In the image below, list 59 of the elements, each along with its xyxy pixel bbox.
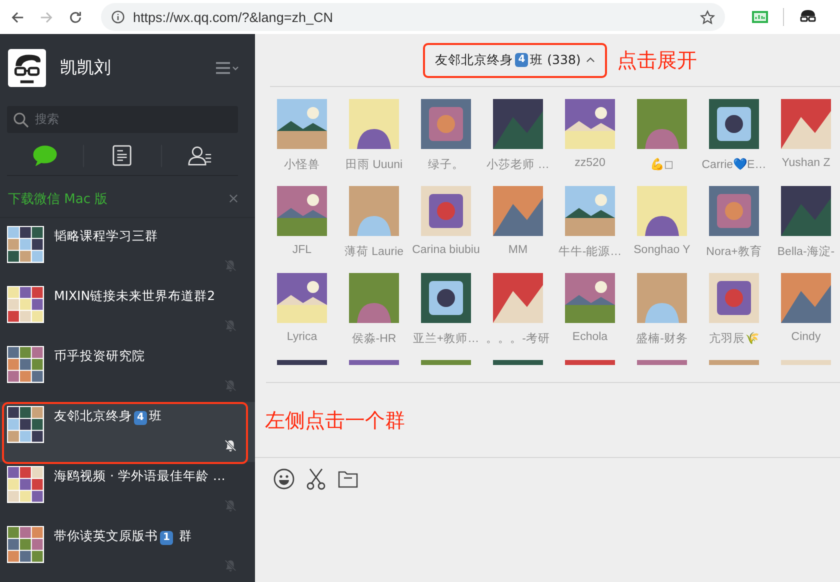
member-name: 侯淼-HR: [352, 332, 396, 346]
chat-name: 友邻北京终身 4 班: [54, 407, 163, 425]
chat-name: 海鸥视频 · 学外语最佳年龄 …: [54, 467, 226, 485]
member-name: 盛楠-财务: [636, 332, 688, 346]
member-name: 亚兰+教师…: [412, 332, 480, 346]
chat-item[interactable]: 友邻北京终身 4 班: [0, 402, 255, 462]
caret-icon: [586, 57, 595, 63]
download-banner-link[interactable]: 下载微信 Mac 版: [8, 190, 229, 208]
contacts-icon: [188, 145, 212, 166]
annotation-text: 点击展开: [616, 46, 697, 74]
member-name: Cindy: [791, 331, 821, 343]
member-name: 薄荷 Laurie: [344, 244, 404, 259]
emoji-icon[interactable]: [273, 468, 295, 490]
member-name: 小莎老师 …: [486, 158, 550, 172]
chat-item[interactable]: 海鸥视频 · 学外语最佳年龄 …: [0, 462, 255, 522]
member-name: 牛牛-能源…: [558, 244, 622, 259]
chat-bubble-icon: [33, 145, 58, 166]
member-name: 。。。-考研: [486, 332, 550, 346]
reload-icon[interactable]: [68, 10, 83, 24]
back-icon[interactable]: [10, 10, 25, 24]
member-name: 💪◻: [650, 157, 674, 171]
star-icon[interactable]: [700, 10, 715, 24]
chat-name: 韬略课程学习三群: [54, 227, 159, 245]
extension-icon[interactable]: [751, 10, 769, 24]
member-name: 田雨 Uuuni: [345, 158, 403, 172]
member-name: Nora+教育: [706, 244, 762, 259]
member-name: 绿子。: [428, 158, 464, 172]
member-name: Bella-海淀-: [777, 244, 835, 259]
search-field[interactable]: 搜索: [7, 106, 238, 133]
member-name: 小怪兽: [284, 158, 320, 172]
member-name: Carrie💙E…: [702, 157, 766, 171]
chat-name: MIXIN链接未来世界布道群2: [54, 287, 216, 305]
member-name: Carina biubiu: [412, 244, 480, 256]
annotation-text: 左侧点击一个群: [265, 406, 405, 434]
chat-item[interactable]: 韬略课程学习三群: [0, 222, 255, 282]
chat-title-button[interactable]: 友邻北京终身 4 班 (338): [435, 52, 595, 68]
member-name: Lyrica: [286, 331, 318, 343]
chat-item[interactable]: MIXIN链接未来世界布道群2: [0, 282, 255, 342]
chat-item[interactable]: 带你读英文原版书 1 群: [0, 522, 255, 582]
scissors-icon[interactable]: [305, 468, 327, 490]
member-name: MM: [508, 244, 528, 256]
member-name: zz520: [574, 157, 606, 169]
member-name: JFL: [292, 244, 312, 256]
member-name: 亢羽辰🌾: [709, 331, 759, 346]
chat-item[interactable]: 币乎投资研究院: [0, 342, 255, 402]
address-bar[interactable]: https://wx.qq.com/?&lang=zh_CN: [101, 3, 725, 31]
search-icon: [13, 112, 29, 128]
document-icon: [110, 145, 134, 166]
member-name: Yushan Z: [782, 157, 830, 169]
chat-name: 币乎投资研究院: [54, 347, 146, 365]
chat-name: 带你读英文原版书 1 群: [54, 527, 193, 545]
info-icon[interactable]: [111, 10, 125, 24]
member-name: Echola: [572, 331, 608, 343]
url-text: https://wx.qq.com/?&lang=zh_CN: [133, 10, 334, 24]
member-name: Songhao Y: [634, 244, 690, 256]
close-icon[interactable]: [229, 194, 238, 204]
user-name: 凯凯刘: [60, 57, 112, 80]
menu-icon[interactable]: [215, 60, 239, 75]
user-avatar-icon[interactable]: [8, 48, 46, 87]
